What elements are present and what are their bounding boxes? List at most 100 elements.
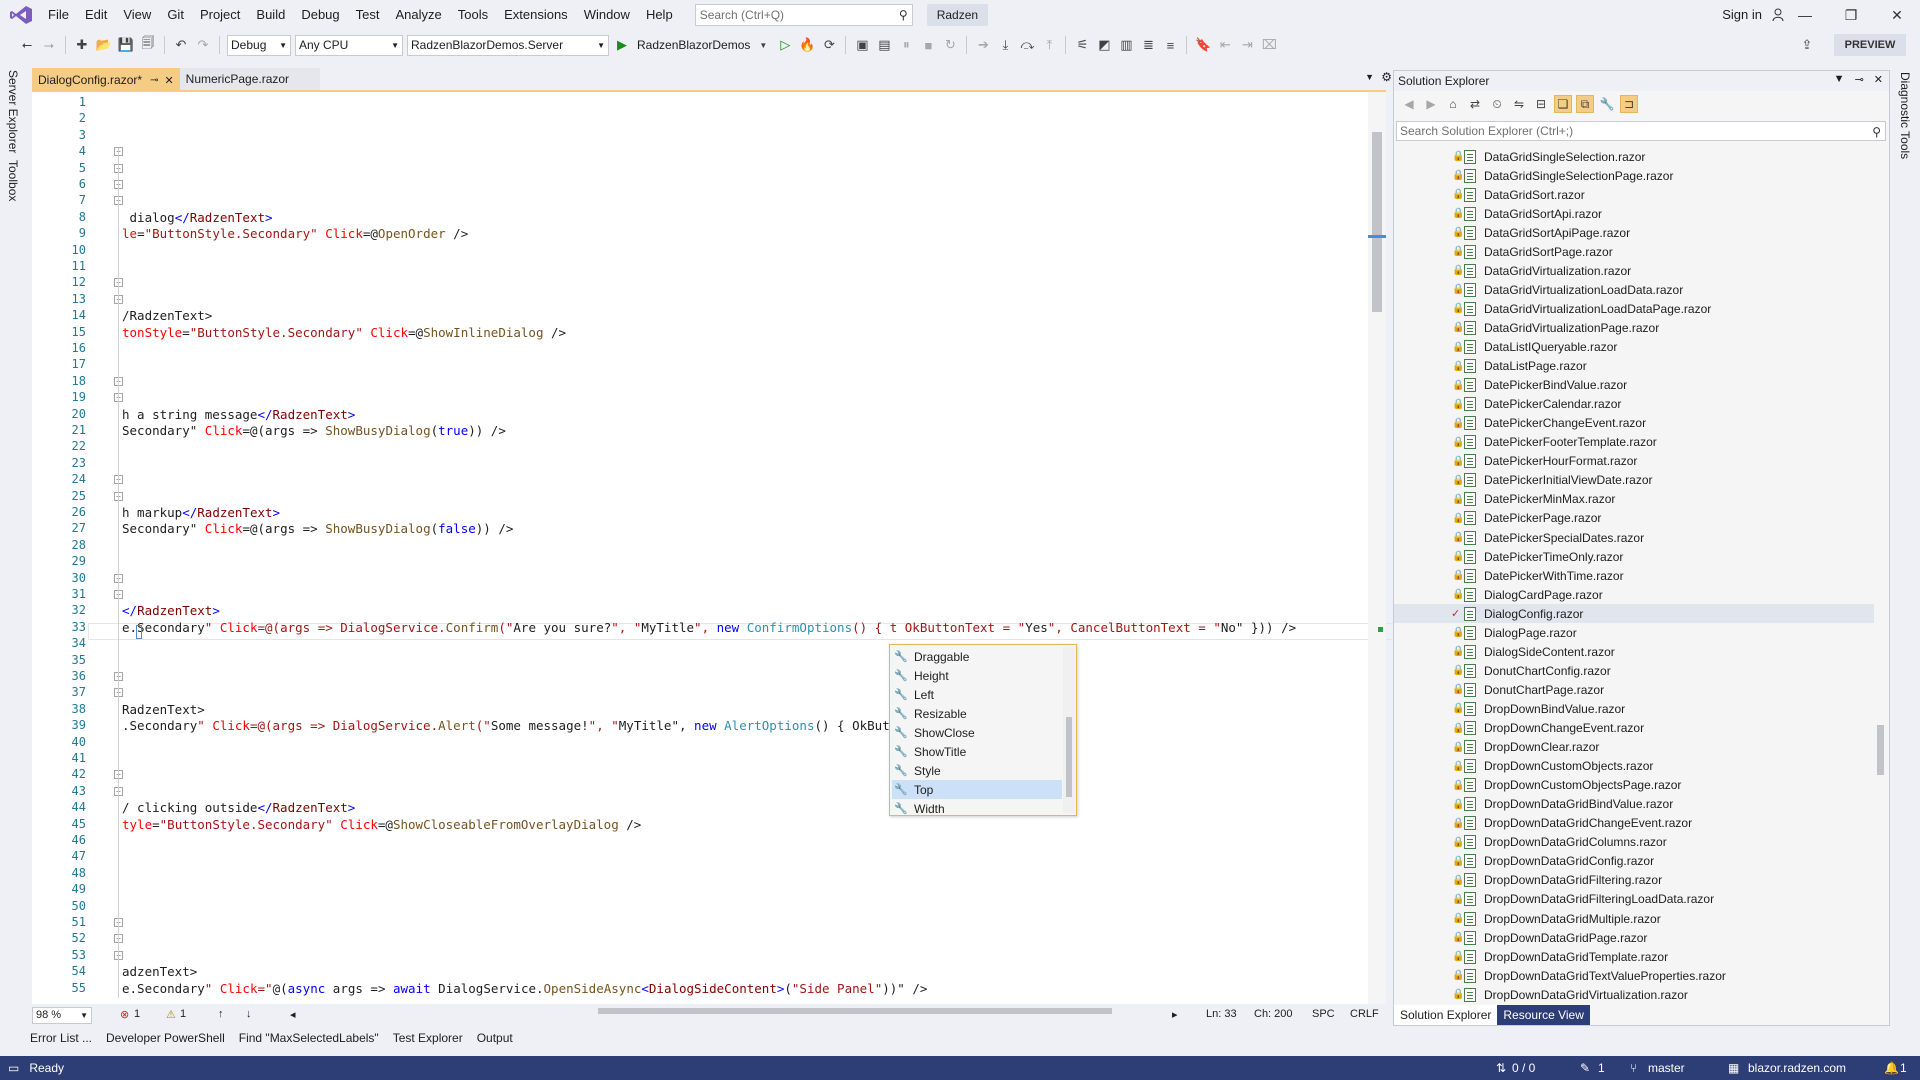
tab-dialogconfig[interactable]: DialogConfig.razor* ⊸ ✕ <box>32 68 180 90</box>
file-tree-item[interactable]: 🔒 DropDownDataGridFilteringLoadData.razor <box>1394 890 1874 909</box>
repository-icon[interactable]: ▦ <box>1728 1056 1739 1080</box>
up-arrow-icon[interactable]: ↑ <box>218 1008 224 1020</box>
completion-item[interactable]: 🔧 Style <box>892 761 1062 780</box>
file-tree-item[interactable]: 🔒 DropDownDataGridColumns.razor <box>1394 833 1874 852</box>
line-indicator[interactable]: Ln: 33 <box>1206 1008 1237 1020</box>
tab-numericpage[interactable]: NumericPage.razor <box>179 68 320 90</box>
scrollbar-thumb[interactable] <box>1877 725 1884 775</box>
menu-item-analyze[interactable]: Analyze <box>387 0 449 30</box>
restart-icon[interactable]: ↻ <box>941 36 959 54</box>
close-icon[interactable]: ✕ <box>164 74 173 87</box>
tab-resource-view[interactable]: Resource View <box>1497 1005 1590 1025</box>
file-tree-item[interactable]: 🔒 DatePickerTimeOnly.razor <box>1394 547 1874 566</box>
menu-item-file[interactable]: File <box>40 0 77 30</box>
file-tree-item[interactable]: 🔒 DropDownDataGridChangeEvent.razor <box>1394 814 1874 833</box>
code-line[interactable]: .Secondary" Click=@(args => DialogServic… <box>122 718 897 733</box>
editor-vertical-scrollbar[interactable] <box>1368 92 1386 1004</box>
error-count[interactable]: 1 <box>134 1008 140 1020</box>
pending-changes-filter-icon[interactable]: ⧉ <box>1576 95 1594 113</box>
notification-count[interactable]: 1 <box>1900 1056 1907 1080</box>
file-tree-item[interactable]: 🔒 DataListPage.razor <box>1394 357 1874 376</box>
file-tree-item[interactable]: 🔒 DropDownClear.razor <box>1394 738 1874 757</box>
undo-icon[interactable]: ↶ <box>172 36 190 54</box>
code-line[interactable]: / clicking outside</RadzenText> <box>122 800 355 815</box>
file-tree-item[interactable]: 🔒 DropDownCustomObjectsPage.razor <box>1394 776 1874 795</box>
menu-item-build[interactable]: Build <box>248 0 293 30</box>
gear-icon[interactable]: ⚙ <box>1381 70 1392 84</box>
solution-explorer-scrollbar[interactable] <box>1875 145 1887 1015</box>
close-icon[interactable]: ✕ <box>1874 73 1883 86</box>
file-tree-item[interactable]: 🔒 DataGridVirtualizationPage.razor <box>1394 318 1874 337</box>
edit-count[interactable]: 1 <box>1598 1056 1605 1080</box>
file-tree-item[interactable]: 🔒 DatePickerChangeEvent.razor <box>1394 414 1874 433</box>
file-tree-item[interactable]: 🔒 DatePickerInitialViewDate.razor <box>1394 471 1874 490</box>
file-tree-item[interactable]: 🔒 DialogPage.razor <box>1394 623 1874 642</box>
file-tree-item[interactable]: 🔒 DialogCardPage.razor <box>1394 585 1874 604</box>
collapse-all-icon[interactable]: ⊟ <box>1532 95 1550 113</box>
back-icon[interactable]: ⭠ <box>18 36 36 54</box>
hot-reload-icon[interactable]: 🔥 <box>798 36 816 54</box>
code-line[interactable]: le="ButtonStyle.Secondary" Click=@OpenOr… <box>122 226 468 241</box>
refresh-icon[interactable]: ⟳ <box>820 36 838 54</box>
menu-item-view[interactable]: View <box>115 0 159 30</box>
properties-icon[interactable]: 🔧 <box>1598 95 1616 113</box>
redo-icon[interactable]: ↷ <box>194 36 212 54</box>
repository-name[interactable]: blazor.radzen.com <box>1748 1056 1846 1080</box>
tool-tab[interactable]: Test Explorer <box>393 1031 463 1045</box>
publish-icon[interactable]: ▣ <box>853 36 871 54</box>
completion-item[interactable]: 🔧 ShowClose <box>892 723 1062 742</box>
server-explorer-tab[interactable]: Server Explorer <box>6 70 20 153</box>
completion-item[interactable]: 🔧 Draggable <box>892 647 1062 666</box>
completion-item[interactable]: 🔧 Width <box>892 799 1062 818</box>
run-button-label[interactable]: RadzenBlazorDemos <box>637 38 750 52</box>
diagnostics-icon[interactable]: ⚟ <box>1073 36 1091 54</box>
pin-icon[interactable]: ⊸ <box>150 75 158 86</box>
search-input[interactable]: Search (Ctrl+Q) ⚲ <box>694 4 913 26</box>
step-over-icon[interactable]: ⤼ <box>1018 36 1036 54</box>
code-line[interactable]: /RadzenText> <box>122 308 212 323</box>
menu-item-tools[interactable]: Tools <box>450 0 496 30</box>
file-tree-item[interactable]: 🔒 DataGridVirtualizationLoadData.razor <box>1394 280 1874 299</box>
chevron-down-icon[interactable]: ▼ <box>754 36 772 54</box>
scrollbar-thumb[interactable] <box>1066 717 1072 797</box>
scroll-left-icon[interactable]: ◂ <box>290 1008 296 1021</box>
intellisense-popup[interactable]: 🔧 Draggable 🔧 Height 🔧 Left 🔧 Resizable 🔧 ShowClo… <box>889 644 1077 816</box>
completion-item[interactable]: 🔧 ShowTitle <box>892 742 1062 761</box>
file-tree-item[interactable]: 🔒 DropDownDataGridMultiple.razor <box>1394 909 1874 928</box>
file-tree-item[interactable]: 🔒 DatePickerBindValue.razor <box>1394 376 1874 395</box>
forward-icon[interactable]: ⭢ <box>40 36 58 54</box>
stop-icon[interactable]: ■ <box>919 36 937 54</box>
code-editor[interactable]: 1234−5−6−7−89101112−13−1415161718−19−202… <box>32 90 1396 1004</box>
file-tree-item[interactable]: 🔒 DataGridSortApiPage.razor <box>1394 223 1874 242</box>
file-tree-item[interactable]: 🔒 DialogSideContent.razor <box>1394 642 1874 661</box>
chevron-down-icon[interactable]: ▼ <box>1834 73 1845 86</box>
restore-button[interactable]: ❐ <box>1828 0 1874 30</box>
file-tree-item[interactable]: 🔒 DataGridSort.razor <box>1394 185 1874 204</box>
pin-icon[interactable]: ⊸ <box>1855 73 1864 86</box>
scroll-right-icon[interactable]: ▸ <box>1172 1008 1178 1021</box>
file-tree[interactable]: 🔒 DataGridSingleSelection.razor 🔒 DataGridS… <box>1394 145 1874 1015</box>
pencil-icon[interactable]: ✎ <box>1580 1056 1590 1080</box>
toolbox-tab[interactable]: Toolbox <box>6 160 20 201</box>
file-tree-item[interactable]: 🔒 DropDownDataGridTextValueProperties.raz… <box>1394 966 1874 985</box>
step-into-icon[interactable]: ⤓ <box>996 36 1014 54</box>
play-icon[interactable]: ▶ <box>613 36 631 54</box>
show-next-statement-icon[interactable]: ➔ <box>974 36 992 54</box>
breakpoint-icon[interactable]: ◩ <box>1095 36 1113 54</box>
save-all-icon[interactable]: 🗐 <box>139 35 157 54</box>
switch-views-icon[interactable]: ⇄ <box>1466 95 1484 113</box>
sync-count[interactable]: 0 / 0 <box>1512 1056 1535 1080</box>
back-icon[interactable]: ◀ <box>1400 95 1418 113</box>
file-tree-item[interactable]: 🔒 DatePickerMinMax.razor <box>1394 490 1874 509</box>
code-line[interactable]: </RadzenText> <box>122 603 220 618</box>
file-tree-item[interactable]: 🔒 DonutChartConfig.razor <box>1394 661 1874 680</box>
bookmark-icon[interactable]: 🔖 <box>1194 36 1212 54</box>
code-line[interactable]: tonStyle="ButtonStyle.Secondary" Click=@… <box>122 325 566 340</box>
intellisense-scrollbar[interactable] <box>1063 647 1075 813</box>
menu-item-test[interactable]: Test <box>348 0 388 30</box>
live-share-icon[interactable]: ⇪ <box>1798 36 1816 54</box>
file-tree-item[interactable]: 🔒 DatePickerFooterTemplate.razor <box>1394 433 1874 452</box>
completion-item[interactable]: 🔧 Height <box>892 666 1062 685</box>
error-icon[interactable]: ⊗ <box>120 1008 129 1021</box>
file-tree-item[interactable]: 🔒 DropDownCustomObjects.razor <box>1394 757 1874 776</box>
